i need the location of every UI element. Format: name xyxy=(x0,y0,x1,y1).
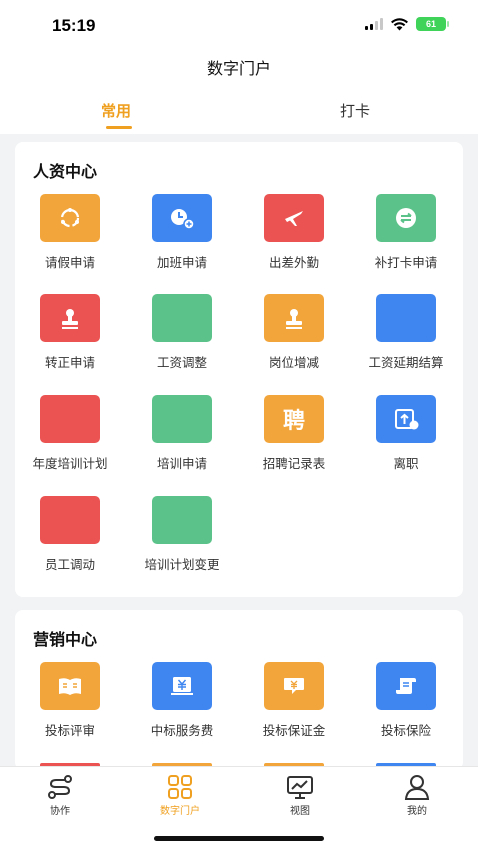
section-title: 人资中心 xyxy=(33,162,98,181)
app-label: 岗位增减 xyxy=(268,355,319,370)
stamp-icon xyxy=(264,294,324,342)
wifi-icon xyxy=(391,17,408,30)
bottom-nav-digital-portal[interactable]: 数字门户 xyxy=(140,773,220,817)
blank-icon xyxy=(376,294,436,342)
user-icon xyxy=(404,775,430,800)
app-salary-adjustment[interactable]: 工资调整 xyxy=(127,294,237,371)
app-label: 员工调动 xyxy=(44,557,95,572)
marketing-center-card: 营销中心 投标评审 中标服务费 投标保证金 投标保险 xyxy=(15,610,463,770)
page-title: 数字门户 xyxy=(0,50,478,92)
app-label: 请假申请 xyxy=(44,255,95,270)
blank-icon xyxy=(152,496,212,544)
stamp-icon xyxy=(40,294,100,342)
bottom-nav-label: 数字门户 xyxy=(160,806,200,817)
app-label: 转正申请 xyxy=(44,355,95,370)
app-business-trip[interactable]: 出差外勤 xyxy=(239,194,349,271)
status-bar: 15:19 61 xyxy=(0,0,478,50)
clock-plus-icon xyxy=(152,194,212,242)
hr-center-card: 人资中心 请假申请 加班申请 出差外勤 补打卡申请 转正申请 工资调整 岗位增减… xyxy=(15,142,463,597)
app-label: 工资延期结算 xyxy=(368,355,444,370)
app-salary-deferral[interactable]: 工资延期结算 xyxy=(351,294,461,371)
app-leave-request[interactable]: 请假申请 xyxy=(15,194,125,271)
app-overtime-request[interactable]: 加班申请 xyxy=(127,194,237,271)
bottom-nav-label: 视图 xyxy=(290,806,310,817)
refresh-circle-icon xyxy=(40,194,100,242)
open-book-icon xyxy=(40,662,100,710)
bottom-nav-collaboration[interactable]: 协作 xyxy=(20,773,100,817)
swap-arrows-icon xyxy=(376,194,436,242)
scroll-icon xyxy=(376,662,436,710)
app-label: 中标服务费 xyxy=(150,723,214,738)
yen-document-icon xyxy=(152,662,212,710)
app-label: 培训计划变更 xyxy=(144,557,220,572)
bottom-nav-label: 我的 xyxy=(407,806,427,817)
app-training-request[interactable]: 培训申请 xyxy=(127,395,237,472)
app-label: 出差外勤 xyxy=(268,255,319,270)
app-label: 年度培训计划 xyxy=(32,456,108,471)
app-resignation[interactable]: 离职 xyxy=(351,395,461,472)
app-position-change[interactable]: 岗位增减 xyxy=(239,294,349,371)
app-label: 投标保证金 xyxy=(262,723,326,738)
app-label: 投标保险 xyxy=(380,723,431,738)
app-label: 招聘记录表 xyxy=(262,456,326,471)
tab-common[interactable]: 常用 xyxy=(101,100,131,121)
app-training-plan-change[interactable]: 培训计划变更 xyxy=(127,496,237,573)
signal-icon xyxy=(365,18,383,30)
app-annual-training-plan[interactable]: 年度培训计划 xyxy=(15,395,125,472)
app-label: 加班申请 xyxy=(156,255,207,270)
app-recruitment-record[interactable]: 聘 招聘记录表 xyxy=(239,395,349,472)
status-icons: 61 xyxy=(365,17,449,31)
app-bid-review[interactable]: 投标评审 xyxy=(15,662,125,739)
app-missed-clock-in[interactable]: 补打卡申请 xyxy=(351,194,461,271)
app-regularization-request[interactable]: 转正申请 xyxy=(15,294,125,371)
app-label: 工资调整 xyxy=(156,355,207,370)
airplane-icon xyxy=(264,194,324,242)
exit-icon xyxy=(376,395,436,443)
app-label: 补打卡申请 xyxy=(374,255,438,270)
status-time: 15:19 xyxy=(52,16,96,35)
app-bid-bond[interactable]: 投标保证金 xyxy=(239,662,349,739)
app-label: 离职 xyxy=(393,456,419,471)
tab-active-indicator xyxy=(106,126,132,129)
blank-icon xyxy=(40,496,100,544)
blank-icon xyxy=(40,395,100,443)
home-indicator xyxy=(154,836,324,841)
pin-character-icon: 聘 xyxy=(264,395,324,443)
bottom-nav-mine[interactable]: 我的 xyxy=(377,773,457,817)
app-employee-transfer[interactable]: 员工调动 xyxy=(15,496,125,573)
tab-bar: 常用 打卡 xyxy=(0,92,478,134)
battery-icon: 61 xyxy=(416,17,449,31)
grid-icon xyxy=(168,775,192,799)
app-winning-bid-fee[interactable]: 中标服务费 xyxy=(127,662,237,739)
monitor-chart-icon xyxy=(287,776,313,799)
yen-chat-icon xyxy=(264,662,324,710)
app-bid-insurance[interactable]: 投标保险 xyxy=(351,662,461,739)
app-label: 投标评审 xyxy=(44,723,95,738)
blank-icon xyxy=(152,395,212,443)
section-title: 营销中心 xyxy=(33,630,98,649)
icon-glyph: 聘 xyxy=(282,409,305,434)
bottom-nav-view[interactable]: 视图 xyxy=(260,773,340,817)
bottom-nav-label: 协作 xyxy=(50,806,70,817)
collaboration-icon xyxy=(48,775,72,799)
app-label: 培训申请 xyxy=(156,456,207,471)
tab-clock-in[interactable]: 打卡 xyxy=(340,100,370,121)
blank-icon xyxy=(152,294,212,342)
